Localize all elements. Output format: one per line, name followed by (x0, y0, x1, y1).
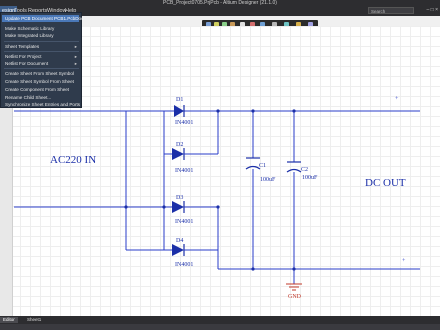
diode-d3-ref: D3 (176, 195, 183, 201)
menu-item-synchronize-sheet-entries[interactable]: Synchronize Sheet Entries and Ports (5, 101, 81, 108)
menu-item-label: Create Component From Sheet (5, 87, 70, 92)
diode-d4[interactable] (172, 244, 194, 256)
menu-item-label: Netlist For Project (5, 54, 42, 59)
cursor-marker: + (395, 96, 399, 102)
capacitor-c1-value: 100uF (260, 177, 276, 183)
menu-item-netlist-for-project[interactable]: Netlist For Project ▸ (5, 53, 81, 60)
menu-item-create-symbol-from-sheet[interactable]: Create Sheet Symbol From Sheet (5, 78, 81, 85)
menu-item-label: Sheet Templates (5, 44, 40, 49)
diode-d2[interactable] (172, 148, 194, 160)
menu-separator (4, 51, 79, 52)
menu-item-update-pcb[interactable]: Update PCB Document PCB1.PcbDoc (2, 15, 83, 22)
chevron-right-icon: ▸ (74, 54, 77, 59)
diode-d2-value: IN4001 (175, 168, 193, 174)
junction-dot (251, 267, 255, 271)
input-label: AC220 IN (50, 154, 96, 166)
diode-d1[interactable] (164, 105, 185, 117)
menu-item-label: Create Sheet From Sheet Symbol (5, 71, 74, 76)
diode-d3-value: IN4001 (175, 219, 193, 225)
menu-item-create-component-from-sheet[interactable]: Create Component From Sheet (5, 86, 81, 93)
menu-item-sheet-templates[interactable]: Sheet Templates ▸ (5, 43, 81, 50)
tab-sheet1[interactable]: Sheet1 (24, 317, 44, 323)
menu-separator (4, 41, 79, 42)
junction-dot (124, 205, 128, 209)
junction-dot (216, 109, 220, 113)
capacitor-c1[interactable] (245, 157, 261, 170)
tab-editor[interactable]: Editor (0, 317, 18, 323)
diode-d1-ref: D1 (176, 97, 183, 103)
chevron-right-icon: ▸ (74, 44, 77, 49)
menu-item-create-sheet-from-symbol[interactable]: Create Sheet From Sheet Symbol (5, 70, 81, 77)
chevron-right-icon: ▸ (74, 61, 77, 66)
menu-separator (4, 68, 79, 69)
diode-d4-value: IN4001 (175, 262, 193, 268)
menu-item-netlist-for-document[interactable]: Netlist For Document ▸ (5, 60, 81, 67)
menu-item-make-integrated-library[interactable]: Make Integrated Library (5, 32, 81, 39)
output-label: DC OUT (365, 177, 406, 189)
diode-d2-ref: D2 (176, 142, 183, 148)
diode-d3[interactable] (172, 201, 194, 213)
ground-symbol[interactable] (286, 283, 302, 291)
junction-dot (216, 205, 220, 209)
capacitor-c2-ref: C2 (301, 167, 308, 173)
capacitor-c1-ref: C1 (259, 163, 266, 169)
diode-d1-value: IN4001 (175, 120, 193, 126)
menu-item-label: Create Sheet Symbol From Sheet (5, 79, 74, 84)
menu-item-label: Synchronize Sheet Entries and Ports (5, 102, 81, 107)
junction-dot (162, 205, 166, 209)
menu-item-label: Update PCB Document PCB1.PcbDoc (5, 16, 84, 21)
status-bar: Editor Sheet1 (0, 316, 440, 330)
menu-item-label: Make Integrated Library (5, 33, 54, 38)
capacitor-c2-value: 100uF (302, 175, 318, 181)
diode-d4-ref: D4 (176, 238, 183, 244)
junction-dot (292, 109, 296, 113)
design-dropdown-menu: Update PCB Document PCB1.PcbDoc Make Sch… (0, 12, 83, 108)
menu-item-rename-child-sheet[interactable]: Rename Child Sheet... (5, 94, 81, 101)
junction-dot (292, 267, 296, 271)
menu-item-label: Rename Child Sheet... (5, 95, 52, 100)
junction-dot (251, 109, 255, 113)
ground-label: GND (288, 294, 302, 300)
menu-item-label: Netlist For Document (5, 61, 49, 66)
capacitor-c2[interactable] (286, 161, 302, 173)
cursor-marker: + (402, 258, 406, 264)
status-strip (0, 324, 440, 330)
menu-item-make-schematic-library[interactable]: Make Schematic Library (5, 25, 81, 32)
menu-item-label: Make Schematic Library (5, 26, 55, 31)
